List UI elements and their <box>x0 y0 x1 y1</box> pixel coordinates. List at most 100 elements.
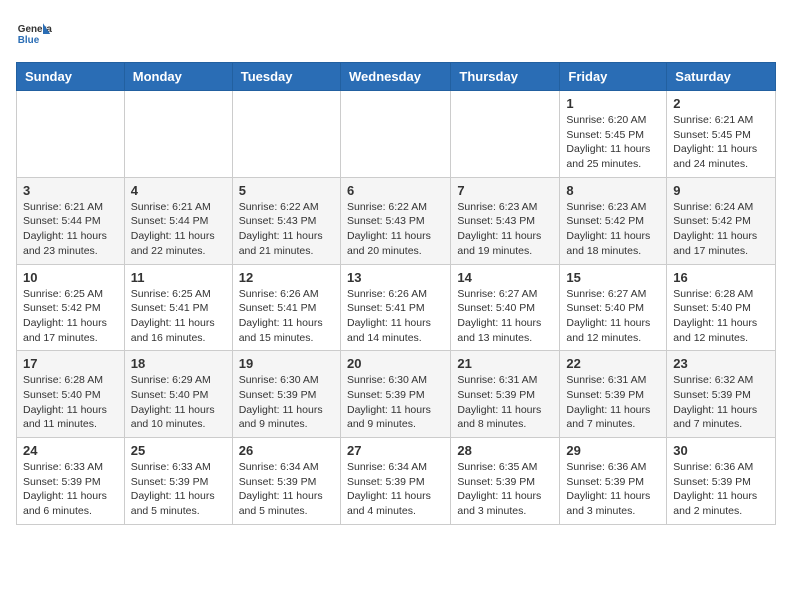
day-number: 11 <box>131 270 226 285</box>
calendar-cell: 17Sunrise: 6:28 AMSunset: 5:40 PMDayligh… <box>17 351 125 438</box>
calendar-cell: 21 Sunrise: 6:31 AMSunset: 5:39 PMDayligh… <box>451 351 560 438</box>
cell-content: Sunrise: 6:34 AMSunset: 5:39 PMDaylight:… <box>347 460 444 519</box>
day-number: 8 <box>566 183 660 198</box>
day-number: 3 <box>23 183 118 198</box>
day-number: 7 <box>457 183 553 198</box>
cell-content: Sunrise: 6:28 AMSunset: 5:40 PMDaylight:… <box>673 287 769 346</box>
cell-content: Sunrise: 6:23 AMSunset: 5:43 PMDaylight:… <box>457 200 553 259</box>
weekday-header-row: SundayMondayTuesdayWednesdayThursdayFrid… <box>17 63 776 91</box>
calendar-week-row: 1Sunrise: 6:20 AMSunset: 5:45 PMDaylight… <box>17 91 776 178</box>
day-number: 16 <box>673 270 769 285</box>
calendar-cell <box>451 91 560 178</box>
cell-content: Sunrise: 6:32 AMSunset: 5:39 PMDaylight:… <box>673 373 769 432</box>
calendar-cell: 22 Sunrise: 6:31 AMSunset: 5:39 PMDayligh… <box>560 351 667 438</box>
cell-content: Sunrise: 6:23 AMSunset: 5:42 PMDaylight:… <box>566 200 660 259</box>
cell-content: Sunrise: 6:33 AMSunset: 5:39 PMDaylight:… <box>131 460 226 519</box>
calendar-week-row: 3 Sunrise: 6:21 AMSunset: 5:44 PMDaylight… <box>17 177 776 264</box>
cell-content: Sunrise: 6:26 AMSunset: 5:41 PMDaylight:… <box>347 287 444 346</box>
calendar-table: SundayMondayTuesdayWednesdayThursdayFrid… <box>16 62 776 525</box>
day-number: 30 <box>673 443 769 458</box>
calendar-cell <box>124 91 232 178</box>
day-number: 2 <box>673 96 769 111</box>
day-number: 23 <box>673 356 769 371</box>
day-number: 17 <box>23 356 118 371</box>
weekday-header: Tuesday <box>232 63 340 91</box>
cell-content: Sunrise: 6:30 AMSunset: 5:39 PMDaylight:… <box>347 373 444 432</box>
calendar-cell: 27 Sunrise: 6:34 AMSunset: 5:39 PMDayligh… <box>340 438 450 525</box>
calendar-cell <box>17 91 125 178</box>
day-number: 21 <box>457 356 553 371</box>
day-number: 10 <box>23 270 118 285</box>
calendar-cell: 10Sunrise: 6:25 AMSunset: 5:42 PMDayligh… <box>17 264 125 351</box>
day-number: 25 <box>131 443 226 458</box>
calendar-cell: 23 Sunrise: 6:32 AMSunset: 5:39 PMDayligh… <box>667 351 776 438</box>
logo-icon: General Blue <box>16 16 52 52</box>
weekday-header: Friday <box>560 63 667 91</box>
day-number: 24 <box>23 443 118 458</box>
weekday-header: Thursday <box>451 63 560 91</box>
calendar-cell: 26 Sunrise: 6:34 AMSunset: 5:39 PMDayligh… <box>232 438 340 525</box>
calendar-cell: 7 Sunrise: 6:23 AMSunset: 5:43 PMDaylight… <box>451 177 560 264</box>
day-number: 22 <box>566 356 660 371</box>
day-number: 13 <box>347 270 444 285</box>
day-number: 5 <box>239 183 334 198</box>
day-number: 9 <box>673 183 769 198</box>
weekday-header: Saturday <box>667 63 776 91</box>
calendar-cell: 14 Sunrise: 6:27 AMSunset: 5:40 PMDayligh… <box>451 264 560 351</box>
calendar-week-row: 10Sunrise: 6:25 AMSunset: 5:42 PMDayligh… <box>17 264 776 351</box>
calendar-cell: 4 Sunrise: 6:21 AMSunset: 5:44 PMDaylight… <box>124 177 232 264</box>
cell-content: Sunrise: 6:21 AMSunset: 5:44 PMDaylight:… <box>23 200 118 259</box>
cell-content: Sunrise: 6:36 AMSunset: 5:39 PMDaylight:… <box>673 460 769 519</box>
cell-content: Sunrise: 6:24 AMSunset: 5:42 PMDaylight:… <box>673 200 769 259</box>
day-number: 14 <box>457 270 553 285</box>
calendar-cell: 1Sunrise: 6:20 AMSunset: 5:45 PMDaylight… <box>560 91 667 178</box>
calendar-cell: 24 Sunrise: 6:33 AMSunset: 5:39 PMDayligh… <box>17 438 125 525</box>
calendar-cell: 20 Sunrise: 6:30 AMSunset: 5:39 PMDayligh… <box>340 351 450 438</box>
cell-content: Sunrise: 6:21 AMSunset: 5:44 PMDaylight:… <box>131 200 226 259</box>
day-number: 28 <box>457 443 553 458</box>
cell-content: Sunrise: 6:22 AMSunset: 5:43 PMDaylight:… <box>239 200 334 259</box>
cell-content: Sunrise: 6:34 AMSunset: 5:39 PMDaylight:… <box>239 460 334 519</box>
calendar-cell <box>340 91 450 178</box>
calendar-cell: 3 Sunrise: 6:21 AMSunset: 5:44 PMDaylight… <box>17 177 125 264</box>
calendar-cell: 8 Sunrise: 6:23 AMSunset: 5:42 PMDaylight… <box>560 177 667 264</box>
cell-content: Sunrise: 6:21 AMSunset: 5:45 PMDaylight:… <box>673 113 769 172</box>
day-number: 20 <box>347 356 444 371</box>
day-number: 18 <box>131 356 226 371</box>
cell-content: Sunrise: 6:33 AMSunset: 5:39 PMDaylight:… <box>23 460 118 519</box>
cell-content: Sunrise: 6:30 AMSunset: 5:39 PMDaylight:… <box>239 373 334 432</box>
day-number: 19 <box>239 356 334 371</box>
weekday-header: Sunday <box>17 63 125 91</box>
svg-text:Blue: Blue <box>18 35 40 46</box>
day-number: 4 <box>131 183 226 198</box>
day-number: 27 <box>347 443 444 458</box>
day-number: 29 <box>566 443 660 458</box>
cell-content: Sunrise: 6:25 AMSunset: 5:41 PMDaylight:… <box>131 287 226 346</box>
calendar-cell: 30 Sunrise: 6:36 AMSunset: 5:39 PMDayligh… <box>667 438 776 525</box>
weekday-header: Monday <box>124 63 232 91</box>
logo: General Blue <box>16 16 52 52</box>
calendar-cell: 29 Sunrise: 6:36 AMSunset: 5:39 PMDayligh… <box>560 438 667 525</box>
calendar-cell <box>232 91 340 178</box>
calendar-cell: 25 Sunrise: 6:33 AMSunset: 5:39 PMDayligh… <box>124 438 232 525</box>
cell-content: Sunrise: 6:27 AMSunset: 5:40 PMDaylight:… <box>457 287 553 346</box>
day-number: 1 <box>566 96 660 111</box>
calendar-cell: 9 Sunrise: 6:24 AMSunset: 5:42 PMDaylight… <box>667 177 776 264</box>
cell-content: Sunrise: 6:31 AMSunset: 5:39 PMDaylight:… <box>457 373 553 432</box>
calendar-cell: 6Sunrise: 6:22 AMSunset: 5:43 PMDaylight… <box>340 177 450 264</box>
calendar-cell: 28 Sunrise: 6:35 AMSunset: 5:39 PMDayligh… <box>451 438 560 525</box>
day-number: 26 <box>239 443 334 458</box>
page-header: General Blue <box>16 16 776 52</box>
calendar-cell: 19 Sunrise: 6:30 AMSunset: 5:39 PMDayligh… <box>232 351 340 438</box>
cell-content: Sunrise: 6:35 AMSunset: 5:39 PMDaylight:… <box>457 460 553 519</box>
calendar-cell: 12Sunrise: 6:26 AMSunset: 5:41 PMDayligh… <box>232 264 340 351</box>
weekday-header: Wednesday <box>340 63 450 91</box>
cell-content: Sunrise: 6:36 AMSunset: 5:39 PMDaylight:… <box>566 460 660 519</box>
calendar-cell: 11 Sunrise: 6:25 AMSunset: 5:41 PMDayligh… <box>124 264 232 351</box>
calendar-cell: 16 Sunrise: 6:28 AMSunset: 5:40 PMDayligh… <box>667 264 776 351</box>
calendar-week-row: 24 Sunrise: 6:33 AMSunset: 5:39 PMDayligh… <box>17 438 776 525</box>
cell-content: Sunrise: 6:22 AMSunset: 5:43 PMDaylight:… <box>347 200 444 259</box>
cell-content: Sunrise: 6:31 AMSunset: 5:39 PMDaylight:… <box>566 373 660 432</box>
cell-content: Sunrise: 6:27 AMSunset: 5:40 PMDaylight:… <box>566 287 660 346</box>
calendar-cell: 13 Sunrise: 6:26 AMSunset: 5:41 PMDayligh… <box>340 264 450 351</box>
